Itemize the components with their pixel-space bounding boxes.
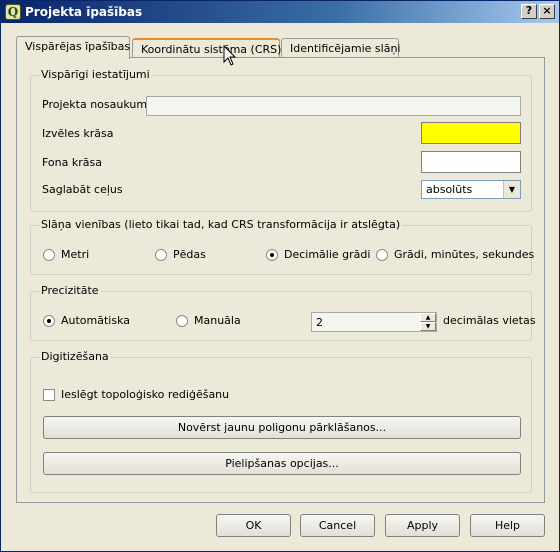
tab-identifiable-layers-label: Identificējamie slāņi [290, 42, 401, 55]
topology-checkbox-label: Ieslēgt topoloģisko rediģēšanu [61, 388, 230, 401]
digitizing-title: Digitizēšana [39, 350, 111, 363]
chevron-down-icon[interactable]: ▼ [503, 181, 520, 198]
radio-manual-label: Manuāla [194, 314, 241, 327]
layer-units-group: Slāņa vienības (lieto tikai tad, kad CRS… [30, 218, 535, 275]
radio-decimal-degrees-label: Decimālie grādi [284, 248, 371, 261]
radio-manual[interactable] [176, 315, 188, 327]
decimal-places-spinbox[interactable]: 2 ▲ ▼ [311, 312, 437, 332]
decimal-places-value: 2 [316, 316, 323, 329]
snapping-options-button[interactable]: Pielipšanas opcijas... [43, 452, 521, 475]
spin-down-icon[interactable]: ▼ [420, 322, 436, 331]
radio-automatic[interactable] [43, 315, 55, 327]
tab-crs-label: Koordinātu sistēma (CRS) [141, 43, 282, 56]
precision-group: Precizitāte Automātiska Manuāla 2 ▲ ▼ de… [30, 284, 536, 341]
project-name-input[interactable] [146, 96, 521, 116]
decimal-places-suffix: decimālas vietas [443, 314, 536, 327]
radio-dms[interactable] [376, 249, 388, 261]
layer-units-title: Slāņa vienības (lieto tikai tad, kad CRS… [39, 218, 403, 231]
precision-title: Precizitāte [39, 284, 101, 297]
topology-checkbox[interactable] [43, 389, 55, 401]
radio-dms-label: Grādi, minūtes, sekundes [394, 248, 535, 261]
digitizing-group: Digitizēšana Ieslēgt topoloģisko rediģēš… [30, 350, 532, 493]
general-tab-panel: Vispārīgi iestatījumi Projekta nosaukums… [16, 57, 545, 503]
general-settings-title: Vispārīgi iestatījumi [39, 68, 152, 81]
background-color-label: Fona krāsa [42, 156, 102, 169]
spin-up-icon[interactable]: ▲ [420, 313, 436, 322]
radio-automatic-label: Automātiska [61, 314, 131, 327]
apply-button[interactable]: Apply [385, 514, 460, 537]
general-settings-group: Vispārīgi iestatījumi Projekta nosaukums… [30, 68, 532, 212]
radio-decimal-degrees[interactable] [266, 249, 278, 261]
project-name-label: Projekta nosaukums [42, 98, 153, 111]
save-paths-select[interactable]: absolūts ▼ [421, 180, 521, 199]
project-properties-dialog: Q Projekta īpašības ? × Vispārējas īpašī… [0, 0, 560, 552]
radio-feet[interactable] [155, 249, 167, 261]
tab-crs[interactable]: Koordinātu sistēma (CRS) [132, 38, 282, 58]
radio-feet-label: Pēdas [173, 248, 206, 261]
selection-color-button[interactable] [421, 122, 521, 144]
save-paths-value: absolūts [426, 183, 473, 196]
mouse-pointer-icon [223, 45, 237, 66]
radio-meters-label: Metri [61, 248, 90, 261]
tab-identifiable-layers[interactable]: Identificējamie slāņi [281, 38, 401, 58]
title-help-button[interactable]: ? [521, 4, 537, 19]
tab-general-properties-label: Vispārējas īpašības [25, 40, 131, 53]
help-button[interactable]: Help [470, 514, 545, 537]
background-color-button[interactable] [421, 151, 521, 173]
tab-general-properties[interactable]: Vispārējas īpašības [16, 36, 130, 59]
cancel-button[interactable]: Cancel [300, 514, 375, 537]
ok-button[interactable]: OK [216, 514, 291, 537]
save-paths-label: Saglabāt ceļus [42, 183, 123, 196]
selection-color-label: Izvēles krāsa [42, 127, 114, 140]
radio-meters[interactable] [43, 249, 55, 261]
title-bar[interactable]: Q Projekta īpašības ? × [1, 1, 559, 23]
qgis-app-icon: Q [5, 4, 21, 20]
title-close-button[interactable]: × [539, 4, 555, 19]
window-title: Projekta īpašības [25, 5, 143, 19]
avoid-overlap-button[interactable]: Novērst jaunu poligonu pārklāšanos... [43, 416, 521, 439]
